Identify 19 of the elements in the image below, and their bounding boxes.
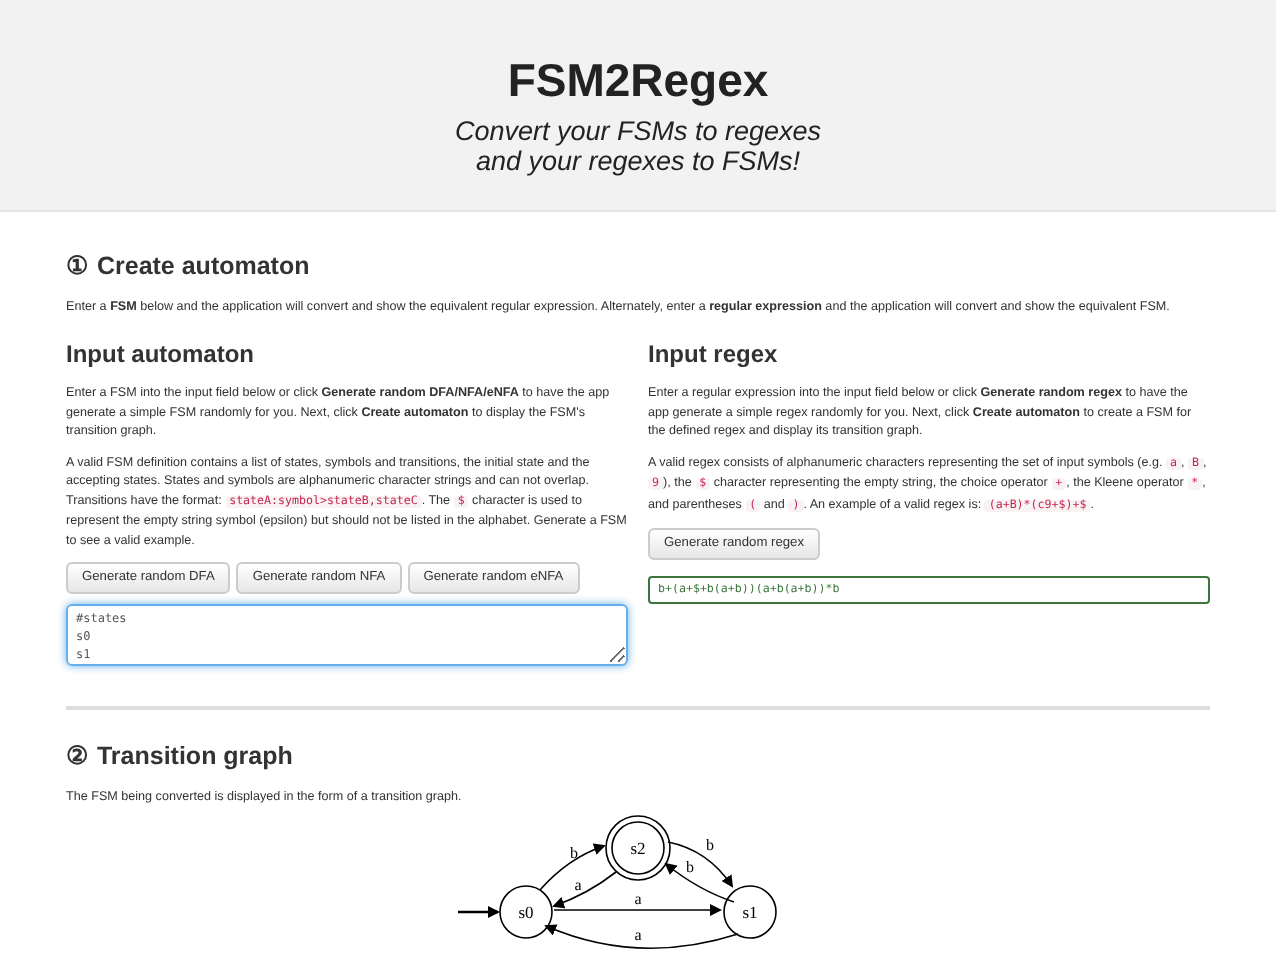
start-arrow: [458, 905, 500, 917]
section-heading: ② Transition graph: [66, 740, 295, 775]
state-node: s2: [605, 814, 671, 880]
app-title: FSM2Regex: [507, 54, 769, 106]
edge-label: b: [686, 857, 694, 875]
edge-label: a: [634, 889, 642, 907]
edge-label: b: [570, 843, 578, 861]
column-heading: Input automaton: [66, 338, 256, 373]
transition-arrow: [539, 842, 606, 890]
edge-label: b: [706, 835, 714, 853]
section-heading: ① Create automaton: [66, 250, 312, 284]
state-node: s0: [499, 884, 553, 938]
subtitle-line: and your regexes to FSMs!: [475, 146, 801, 176]
subtitle-line: Convert your FSMs to regexes: [454, 116, 822, 146]
edge-label: a: [634, 925, 642, 943]
state-node: s1: [723, 884, 777, 938]
edge-label: a: [574, 875, 582, 893]
transition-arrow: [667, 840, 734, 887]
column-heading: Input regex: [648, 338, 780, 373]
